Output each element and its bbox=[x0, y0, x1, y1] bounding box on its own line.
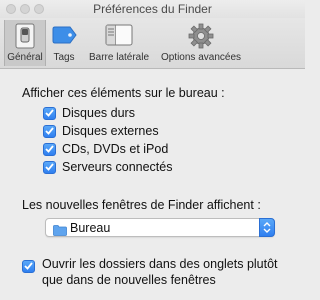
tab-tags[interactable]: Tags bbox=[48, 20, 80, 66]
open-in-tabs-label-line2: que dans de nouvelles fenêtres bbox=[42, 273, 216, 287]
open-in-tabs-label: Ouvrir les dossiers dans des onglets plu… bbox=[42, 256, 278, 288]
tab-general-label: Général bbox=[7, 52, 43, 63]
tab-tags-label: Tags bbox=[53, 52, 75, 63]
tab-sidebar[interactable]: Barre latérale bbox=[84, 20, 154, 66]
tab-advanced[interactable]: Options avancées bbox=[156, 20, 246, 66]
desktop-items-heading: Afficher ces éléments sur le bureau : bbox=[22, 86, 225, 100]
window-title: Préférences du Finder bbox=[93, 2, 212, 16]
new-windows-heading: Les nouvelles fenêtres de Finder affiche… bbox=[22, 198, 261, 212]
tab-sidebar-label: Barre latérale bbox=[88, 52, 150, 63]
external-disks-label: Disques externes bbox=[62, 124, 159, 138]
new-windows-selected-value: Bureau bbox=[70, 221, 111, 235]
open-in-tabs-row[interactable] bbox=[22, 258, 35, 274]
title-bar: Préférences du Finder bbox=[0, 0, 305, 18]
cds-dvds-checkbox[interactable] bbox=[43, 142, 56, 156]
chevron-updown-icon bbox=[259, 218, 275, 237]
cds-dvds-label: CDs, DVDs et iPod bbox=[62, 142, 169, 156]
checkbox-row-external-disks[interactable]: Disques externes bbox=[43, 123, 159, 139]
tab-general[interactable]: Général bbox=[4, 20, 46, 66]
hard-disks-label: Disques durs bbox=[62, 106, 135, 120]
preferences-toolbar: Général Tags Barre latérale Options avan… bbox=[0, 18, 305, 69]
checkbox-row-connected-servers[interactable]: Serveurs connectés bbox=[43, 159, 172, 175]
checkbox-row-hard-disks[interactable]: Disques durs bbox=[43, 105, 135, 121]
hard-disks-checkbox[interactable] bbox=[43, 106, 56, 120]
open-in-tabs-checkbox[interactable] bbox=[22, 259, 35, 273]
checkbox-row-cds-dvds[interactable]: CDs, DVDs et iPod bbox=[43, 141, 168, 157]
gear-icon bbox=[188, 23, 214, 52]
connected-servers-label: Serveurs connectés bbox=[62, 160, 173, 174]
connected-servers-checkbox[interactable] bbox=[43, 160, 56, 174]
folder-icon bbox=[53, 223, 67, 241]
new-windows-select[interactable]: Bureau bbox=[45, 218, 275, 237]
sidebar-icon bbox=[104, 23, 134, 50]
tab-advanced-label: Options avancées bbox=[160, 52, 242, 63]
tag-icon bbox=[50, 23, 78, 50]
general-switch-icon bbox=[15, 23, 35, 52]
open-in-tabs-label-line1: Ouvrir les dossiers dans des onglets plu… bbox=[42, 257, 278, 271]
external-disks-checkbox[interactable] bbox=[43, 124, 56, 138]
